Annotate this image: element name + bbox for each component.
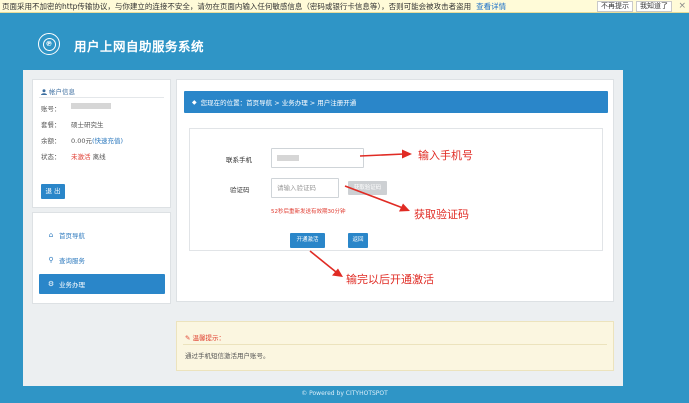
annotation-code: 获取验证码	[414, 208, 469, 221]
annotation-activate: 输完以后开通激活	[346, 273, 434, 286]
arrow-to-phone	[359, 149, 412, 159]
arrow-to-get-code	[344, 185, 410, 212]
annotation-phone: 输入手机号	[418, 149, 473, 162]
arrow-to-activate	[309, 250, 343, 277]
annotation-arrows	[309, 149, 412, 277]
